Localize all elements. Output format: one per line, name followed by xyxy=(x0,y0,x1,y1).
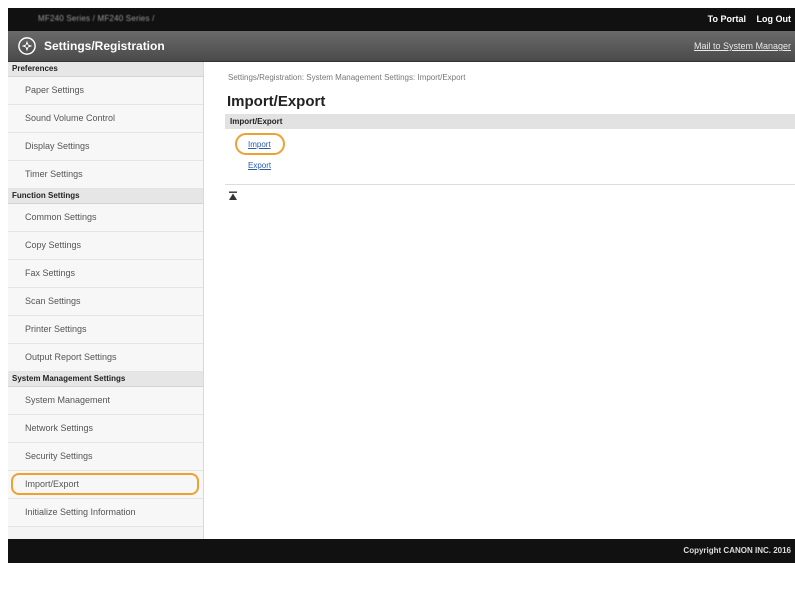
export-link[interactable]: Export xyxy=(248,161,271,170)
sidebar-item-common-settings[interactable]: Common Settings xyxy=(8,204,203,232)
sidebar-item-network-settings[interactable]: Network Settings xyxy=(8,415,203,443)
footer: Copyright CANON INC. 2016 xyxy=(8,539,795,563)
breadcrumb: Settings/Registration: System Management… xyxy=(228,73,466,82)
sidebar-item-label: Sound Volume Control xyxy=(25,113,116,123)
sidebar-item-system-management[interactable]: System Management xyxy=(8,387,203,415)
sidebar-item-security-settings[interactable]: Security Settings xyxy=(8,443,203,471)
sidebar-section-preferences: Preferences xyxy=(8,62,203,77)
sidebar-item-scan-settings[interactable]: Scan Settings xyxy=(8,288,203,316)
top-bar: MF240 Series / MF240 Series / To Portal … xyxy=(8,8,795,31)
sidebar-item-label: Copy Settings xyxy=(25,240,82,250)
top-links: To Portal Log Out xyxy=(700,14,791,24)
sidebar-item-label: Printer Settings xyxy=(25,324,87,334)
copyright-text: Copyright CANON INC. 2016 xyxy=(683,546,791,555)
sidebar-item-sound-volume-control[interactable]: Sound Volume Control xyxy=(8,105,203,133)
back-to-top-icon[interactable] xyxy=(228,191,238,201)
settings-gear-icon xyxy=(18,37,36,55)
divider xyxy=(225,184,795,185)
sidebar-item-fax-settings[interactable]: Fax Settings xyxy=(8,260,203,288)
page-title: Settings/Registration xyxy=(44,39,165,53)
sidebar-item-label: Timer Settings xyxy=(25,169,83,179)
sidebar-item-label: Fax Settings xyxy=(25,268,76,278)
sidebar-item-label: Initialize Setting Information xyxy=(25,507,136,517)
title-bar: Settings/Registration Mail to System Man… xyxy=(8,31,795,62)
sidebar-item-label: Output Report Settings xyxy=(25,352,117,362)
sidebar: Preferences Paper Settings Sound Volume … xyxy=(8,62,204,539)
sidebar-item-display-settings[interactable]: Display Settings xyxy=(8,133,203,161)
sidebar-item-label: Network Settings xyxy=(25,423,94,433)
to-portal-link[interactable]: To Portal xyxy=(708,14,746,24)
sidebar-item-printer-settings[interactable]: Printer Settings xyxy=(8,316,203,344)
sidebar-item-paper-settings[interactable]: Paper Settings xyxy=(8,77,203,105)
device-name: MF240 Series / MF240 Series / xyxy=(38,14,155,23)
sidebar-item-label: System Management xyxy=(25,395,111,405)
sidebar-item-label: Scan Settings xyxy=(25,296,81,306)
sidebar-section-system-management-settings: System Management Settings xyxy=(8,372,203,387)
sidebar-item-output-report-settings[interactable]: Output Report Settings xyxy=(8,344,203,372)
sidebar-item-initialize-setting-information[interactable]: Initialize Setting Information xyxy=(8,499,203,527)
sidebar-item-label: Import/Export xyxy=(25,479,80,489)
sidebar-item-timer-settings[interactable]: Timer Settings xyxy=(8,161,203,189)
sidebar-item-label: Paper Settings xyxy=(25,85,85,95)
log-out-link[interactable]: Log Out xyxy=(757,14,792,24)
sidebar-item-label: Common Settings xyxy=(25,212,97,222)
content-heading: Import/Export xyxy=(227,93,326,110)
sidebar-item-label: Display Settings xyxy=(25,141,90,151)
mail-to-system-manager-link[interactable]: Mail to System Manager xyxy=(694,41,791,51)
panel-heading: Import/Export xyxy=(225,114,795,129)
sidebar-item-copy-settings[interactable]: Copy Settings xyxy=(8,232,203,260)
sidebar-section-function-settings: Function Settings xyxy=(8,189,203,204)
import-link[interactable]: Import xyxy=(248,140,271,149)
main-content: Settings/Registration: System Management… xyxy=(213,62,795,539)
sidebar-item-import-export[interactable]: Import/Export xyxy=(8,471,203,499)
sidebar-item-label: Security Settings xyxy=(25,451,93,461)
